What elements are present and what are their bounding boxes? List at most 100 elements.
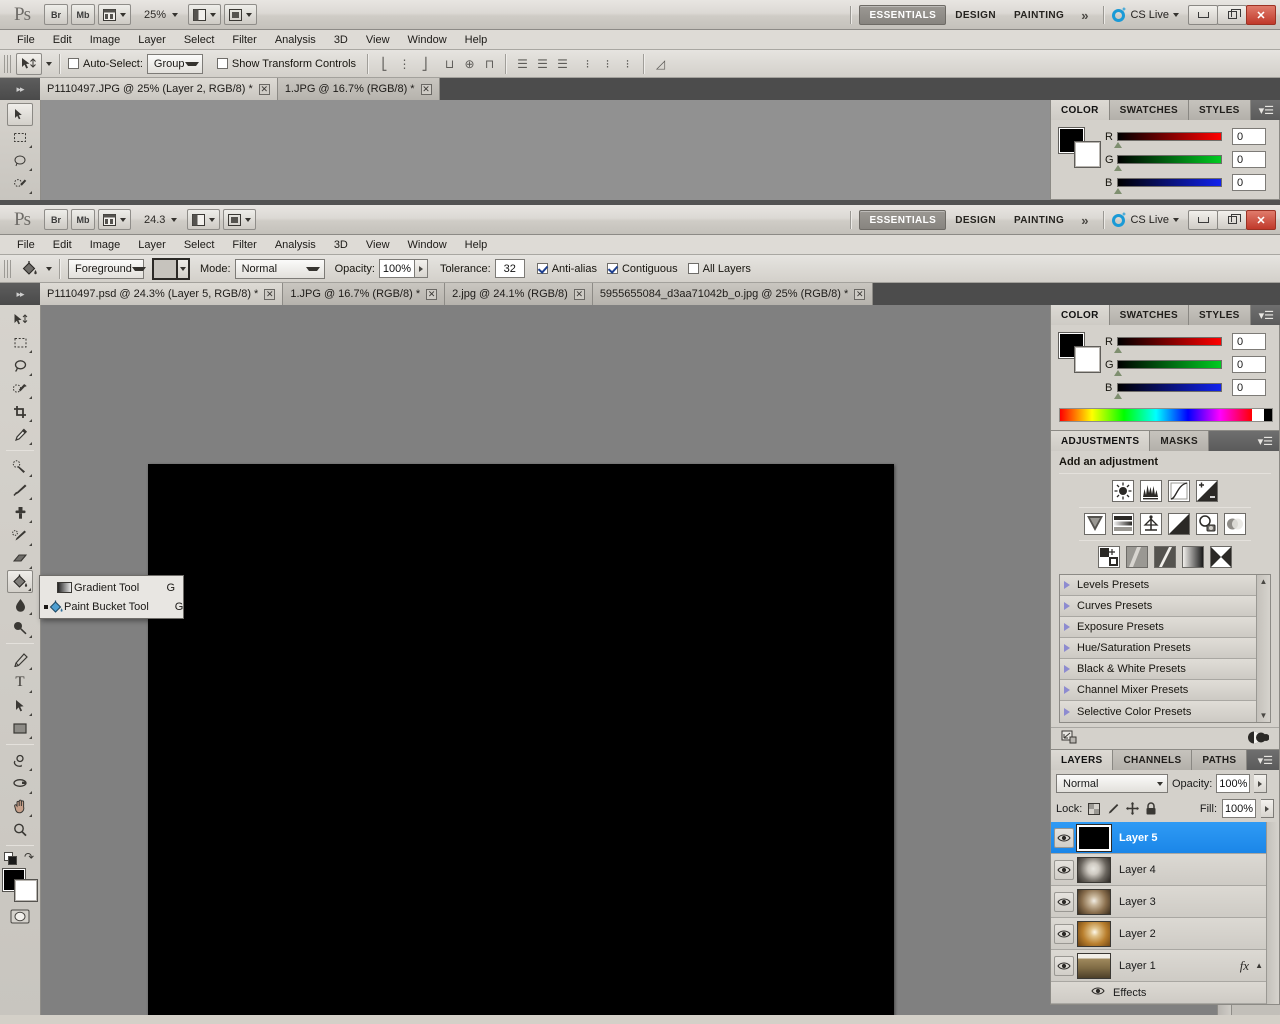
tab-channels[interactable]: CHANNELS <box>1113 750 1193 770</box>
layer-row-layer-5[interactable]: Layer 5 <box>1051 822 1279 854</box>
layer-visibility-toggle[interactable] <box>1051 859 1077 880</box>
g-slider-track[interactable] <box>1114 155 1222 171</box>
preset-hue-saturation[interactable]: Hue/Saturation Presets <box>1060 638 1256 659</box>
align-right-edges-icon[interactable]: ⎦ <box>416 55 433 72</box>
layers-scrollbar[interactable] <box>1266 822 1279 1004</box>
tool-pen[interactable] <box>7 648 33 671</box>
auto-select-checkbox[interactable] <box>68 58 79 69</box>
distribute-top-edges-icon[interactable]: ☰ <box>514 55 531 72</box>
preset-selective-color[interactable]: Selective Color Presets <box>1060 701 1256 722</box>
color-balance-icon[interactable] <box>1140 513 1162 535</box>
align-top-edges-icon[interactable]: ⊔ <box>441 55 458 72</box>
tab-styles[interactable]: STYLES <box>1188 100 1251 120</box>
view-extras-button[interactable] <box>98 209 131 230</box>
distribute-horizontal-centers-icon[interactable]: ⁝ <box>599 55 616 72</box>
pattern-picker[interactable] <box>152 257 190 280</box>
background-color-swatch[interactable] <box>14 879 38 902</box>
options-bar-grip[interactable] <box>4 259 12 278</box>
menu-help[interactable]: Help <box>456 235 497 255</box>
all-layers-checkbox[interactable] <box>687 263 699 274</box>
layer-row-layer-1[interactable]: Layer 1 fx ▲ <box>1051 950 1279 982</box>
preset-curves[interactable]: Curves Presets <box>1060 596 1256 617</box>
background-color-swatch[interactable] <box>1074 346 1101 373</box>
document-tab-1-jpg[interactable]: 1.JPG @ 16.7% (RGB/8) * ✕ <box>283 283 446 305</box>
background-color-swatch[interactable] <box>1074 141 1101 168</box>
menu-view[interactable]: View <box>357 30 399 50</box>
cs-live-button[interactable]: CS Live <box>1112 8 1179 22</box>
preset-channel-mixer[interactable]: Channel Mixer Presets <box>1060 680 1256 701</box>
posterize-icon[interactable] <box>1126 546 1148 568</box>
menu-3d[interactable]: 3D <box>325 235 357 255</box>
opacity-stepper[interactable] <box>414 259 428 278</box>
align-horizontal-centers-icon[interactable]: ⋮ <box>396 55 413 72</box>
clip-to-layer-icon[interactable] <box>1247 730 1270 748</box>
document-tab-p1110497-psd[interactable]: P1110497.psd @ 24.3% (Layer 5, RGB/8) * … <box>40 283 284 305</box>
tab-paths[interactable]: PATHS <box>1192 750 1248 770</box>
g-value-field[interactable]: 0 <box>1232 151 1266 168</box>
menu-help[interactable]: Help <box>456 30 497 50</box>
preset-levels[interactable]: Levels Presets <box>1060 575 1256 596</box>
tool-rectangle[interactable] <box>7 717 33 740</box>
document-tab-1-jpg[interactable]: 1.JPG @ 16.7% (RGB/8) * ✕ <box>277 78 440 100</box>
close-icon[interactable]: ✕ <box>264 288 276 300</box>
flyout-item-gradient-tool[interactable]: Gradient Tool G <box>40 578 183 597</box>
distribute-right-edges-icon[interactable]: ⁝ <box>619 55 636 72</box>
menu-3d[interactable]: 3D <box>325 30 357 50</box>
r-slider-track[interactable] <box>1114 132 1222 148</box>
more-workspaces-icon[interactable]: » <box>1073 8 1096 23</box>
more-workspaces-icon[interactable]: » <box>1073 213 1096 228</box>
paint-bucket-tool-flyout[interactable]: Gradient Tool G Paint Bucket Tool G <box>39 575 184 619</box>
tool-preset-chevron-icon[interactable] <box>46 61 52 66</box>
color-spectrum-ramp[interactable] <box>1059 408 1273 422</box>
panel-menu-icon[interactable]: ▾☰ <box>1250 100 1280 120</box>
workspace-painting[interactable]: PAINTING <box>1005 210 1073 230</box>
b-value-field[interactable]: 0 <box>1232 379 1266 396</box>
tab-color[interactable]: COLOR <box>1051 100 1110 120</box>
layer-visibility-toggle[interactable] <box>1051 923 1077 944</box>
move-tool-icon[interactable] <box>16 52 42 75</box>
paint-bucket-tool-icon[interactable] <box>16 258 42 280</box>
levels-icon[interactable] <box>1140 480 1162 502</box>
r-value-field[interactable]: 0 <box>1232 128 1266 145</box>
opacity-field[interactable]: 100% <box>378 259 415 278</box>
close-icon[interactable]: ✕ <box>420 83 432 95</box>
menu-analysis[interactable]: Analysis <box>266 235 325 255</box>
exposure-icon[interactable] <box>1196 480 1218 502</box>
menu-edit[interactable]: Edit <box>44 30 81 50</box>
tab-adjustments[interactable]: ADJUSTMENTS <box>1051 431 1151 451</box>
canvas-artboard[interactable] <box>148 464 894 1015</box>
menu-window[interactable]: Window <box>399 30 456 50</box>
quick-mask-mode-button[interactable] <box>7 905 33 928</box>
tool-quick-selection[interactable] <box>7 172 33 195</box>
black-white-icon[interactable] <box>1168 513 1190 535</box>
bridge-button[interactable]: Br <box>44 4 68 25</box>
align-left-edges-icon[interactable]: ⎣ <box>376 55 393 72</box>
tool-eraser[interactable] <box>7 547 33 570</box>
menu-filter[interactable]: Filter <box>223 30 265 50</box>
contiguous-checkbox[interactable] <box>606 263 618 274</box>
presets-scrollbar[interactable]: ▲ ▼ <box>1256 575 1270 722</box>
invert-icon[interactable] <box>1098 546 1120 568</box>
minimize-button[interactable] <box>1188 210 1218 230</box>
restore-button[interactable] <box>1217 5 1247 25</box>
distribute-bottom-edges-icon[interactable]: ☰ <box>554 55 571 72</box>
scroll-up-icon[interactable]: ▲ <box>1260 577 1268 586</box>
g-value-field[interactable]: 0 <box>1232 356 1266 373</box>
layer-visibility-toggle[interactable] <box>1051 827 1077 848</box>
tolerance-field[interactable]: 32 <box>494 259 525 278</box>
tool-quick-selection[interactable] <box>7 377 33 400</box>
expand-view-icon[interactable] <box>1061 730 1078 748</box>
tool-paint-bucket[interactable] <box>7 570 33 593</box>
options-bar-grip[interactable] <box>4 54 12 73</box>
r-slider-track[interactable] <box>1114 337 1222 353</box>
threshold-icon[interactable] <box>1154 546 1176 568</box>
tool-clone-stamp[interactable] <box>7 501 33 524</box>
distribute-left-edges-icon[interactable]: ⁝ <box>579 55 596 72</box>
layers-panel-menu-icon[interactable]: ▾☰ <box>1249 750 1279 770</box>
layer-thumbnail[interactable] <box>1077 856 1111 883</box>
flyout-item-paint-bucket-tool[interactable]: Paint Bucket Tool G <box>40 597 183 616</box>
auto-select-scope-dropdown[interactable]: Group <box>146 53 203 74</box>
tab-swatches[interactable]: SWATCHES <box>1109 305 1189 325</box>
curves-icon[interactable] <box>1168 480 1190 502</box>
menu-image[interactable]: Image <box>81 235 130 255</box>
